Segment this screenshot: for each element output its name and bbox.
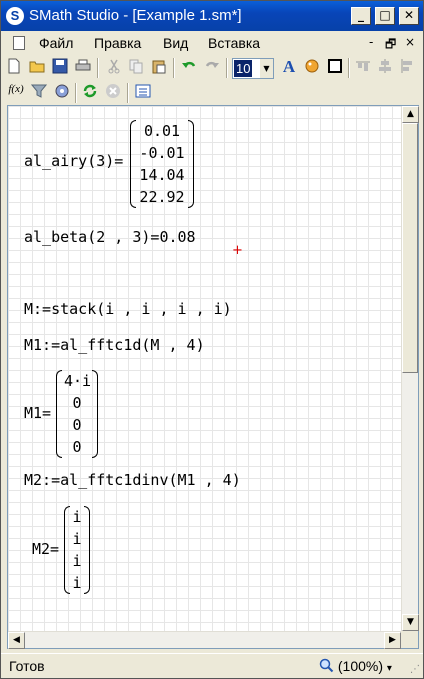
smath-app-icon[interactable]: S [6, 7, 24, 25]
m-definition[interactable]: M:=stack(i , i , i , i) [24, 299, 232, 319]
font-size-select[interactable]: 10 ▼ [232, 58, 274, 79]
status-text: Готов [9, 658, 45, 674]
m2-expression[interactable]: M2= [32, 539, 59, 559]
scroll-right-icon[interactable]: ▶ [384, 632, 401, 649]
m1-expression[interactable]: M1= [24, 403, 51, 423]
magnifier-icon[interactable] [319, 658, 334, 673]
airy-expression[interactable]: al_airy(3)= [24, 151, 123, 171]
scroll-down-icon[interactable]: ▼ [402, 614, 419, 631]
resize-grip-icon[interactable]: ⋰ [410, 664, 420, 675]
border-icon[interactable] [326, 58, 344, 76]
align-center-icon[interactable] [376, 58, 394, 76]
m1-result-matrix[interactable]: 4·i 0 0 0 [56, 370, 98, 458]
matrix-cell: 0 [72, 438, 82, 456]
window-title: SMath Studio - [Example 1.sm*] [29, 7, 242, 24]
toolbar-separator [348, 58, 350, 78]
insertion-cursor-mark: + [232, 243, 243, 258]
status-bar: Готов (100%) ▾ ⋰ [1, 653, 423, 678]
font-size-value: 10 [234, 60, 253, 77]
save-icon[interactable] [51, 58, 69, 76]
toolbar-separator [97, 58, 99, 78]
title-bar[interactable]: S SMath Studio - [Example 1.sm*] _ □ ✕ [1, 1, 423, 31]
matrix-cell: i [72, 530, 82, 548]
align-top-icon[interactable] [354, 58, 372, 76]
redo-icon[interactable] [203, 58, 221, 76]
copy-icon[interactable] [127, 58, 145, 76]
vertical-scroll-thumb[interactable] [402, 123, 418, 373]
matrix-left-bracket [56, 370, 62, 458]
zoom-dropdown-icon[interactable]: ▾ [387, 663, 392, 674]
beta-expression[interactable]: al_beta(2 , 3)=0.08 [24, 227, 196, 247]
matrix-cell: i [72, 508, 82, 526]
menu-edit[interactable]: Правка [94, 35, 141, 51]
toolbar-separator [173, 58, 175, 78]
align-left-icon[interactable] [399, 58, 417, 76]
doc-close-button[interactable]: × [405, 35, 415, 49]
matrix-right-bracket [92, 370, 98, 458]
secondary-toolbar: f(x) [1, 80, 423, 106]
matrix-left-bracket [130, 120, 136, 208]
toolbar-separator [75, 83, 77, 103]
smath-window: S SMath Studio - [Example 1.sm*] _ □ ✕ Ф… [0, 0, 424, 679]
maximize-button[interactable]: □ [375, 7, 395, 25]
filter-icon[interactable] [30, 83, 48, 101]
matrix-right-bracket [188, 120, 194, 208]
zoom-control[interactable]: (100%) ▾ [319, 658, 392, 674]
close-button[interactable]: ✕ [399, 7, 419, 25]
scroll-left-icon[interactable]: ◀ [8, 632, 25, 649]
scroll-up-icon[interactable]: ▲ [402, 106, 419, 123]
worksheet-canvas[interactable]: al_airy(3)= 0.01 -0.01 14.04 22.92 al_be… [8, 106, 401, 631]
refresh-icon[interactable] [81, 83, 99, 101]
m2-result-matrix[interactable]: i i i i [64, 506, 90, 594]
dropdown-arrow-icon[interactable]: ▼ [260, 59, 273, 78]
worksheet-frame: al_airy(3)= 0.01 -0.01 14.04 22.92 al_be… [7, 105, 419, 649]
matrix-cell: 22.92 [139, 188, 185, 206]
fill-color-icon[interactable] [303, 58, 321, 76]
matrix-cell: 4·i [64, 372, 92, 390]
doc-minimize-button[interactable]: - [369, 35, 373, 49]
matrix-cell: 0.01 [143, 122, 181, 140]
print-icon[interactable] [74, 58, 92, 76]
matrix-cell: 0 [72, 416, 82, 434]
document-icon[interactable] [13, 36, 25, 50]
m1-definition[interactable]: M1:=al_fftc1d(M , 4) [24, 335, 205, 355]
toolbar-separator [127, 83, 129, 103]
open-folder-icon[interactable] [28, 58, 46, 76]
properties-icon[interactable] [134, 83, 152, 101]
scrollbar-corner [401, 631, 418, 648]
menu-insert[interactable]: Вставка [208, 35, 260, 51]
new-document-icon[interactable] [5, 58, 23, 76]
doc-restore-button[interactable]: 🗗 [385, 35, 396, 56]
matrix-cell: -0.01 [139, 144, 185, 162]
font-color-icon[interactable]: A [280, 58, 298, 76]
menu-bar: Файл Правка Вид Вставка - 🗗 × [1, 31, 423, 55]
undo-icon[interactable] [180, 58, 198, 76]
matrix-cell: i [72, 574, 82, 592]
function-icon[interactable]: f(x) [5, 83, 27, 101]
menu-file[interactable]: Файл [39, 35, 73, 51]
matrix-cell: i [72, 552, 82, 570]
minimize-button[interactable]: _ [351, 7, 371, 25]
horizontal-scrollbar[interactable]: ◀ ▶ [8, 631, 401, 649]
zoom-level: (100%) [337, 658, 384, 674]
vertical-scrollbar[interactable]: ▲ ▼ [401, 106, 419, 631]
airy-result-matrix[interactable]: 0.01 -0.01 14.04 22.92 [130, 120, 194, 208]
menu-view[interactable]: Вид [163, 35, 188, 51]
stop-icon[interactable] [104, 83, 122, 101]
paste-icon[interactable] [150, 58, 168, 76]
toolbar-separator [226, 58, 228, 78]
matrix-cell: 14.04 [139, 166, 185, 184]
standard-toolbar: 10 ▼ A [1, 55, 423, 81]
matrix-cell: 0 [72, 394, 82, 412]
settings-gear-icon[interactable] [53, 83, 71, 101]
cut-icon[interactable] [105, 58, 123, 76]
m2-definition[interactable]: M2:=al_fftc1dinv(M1 , 4) [24, 470, 241, 490]
